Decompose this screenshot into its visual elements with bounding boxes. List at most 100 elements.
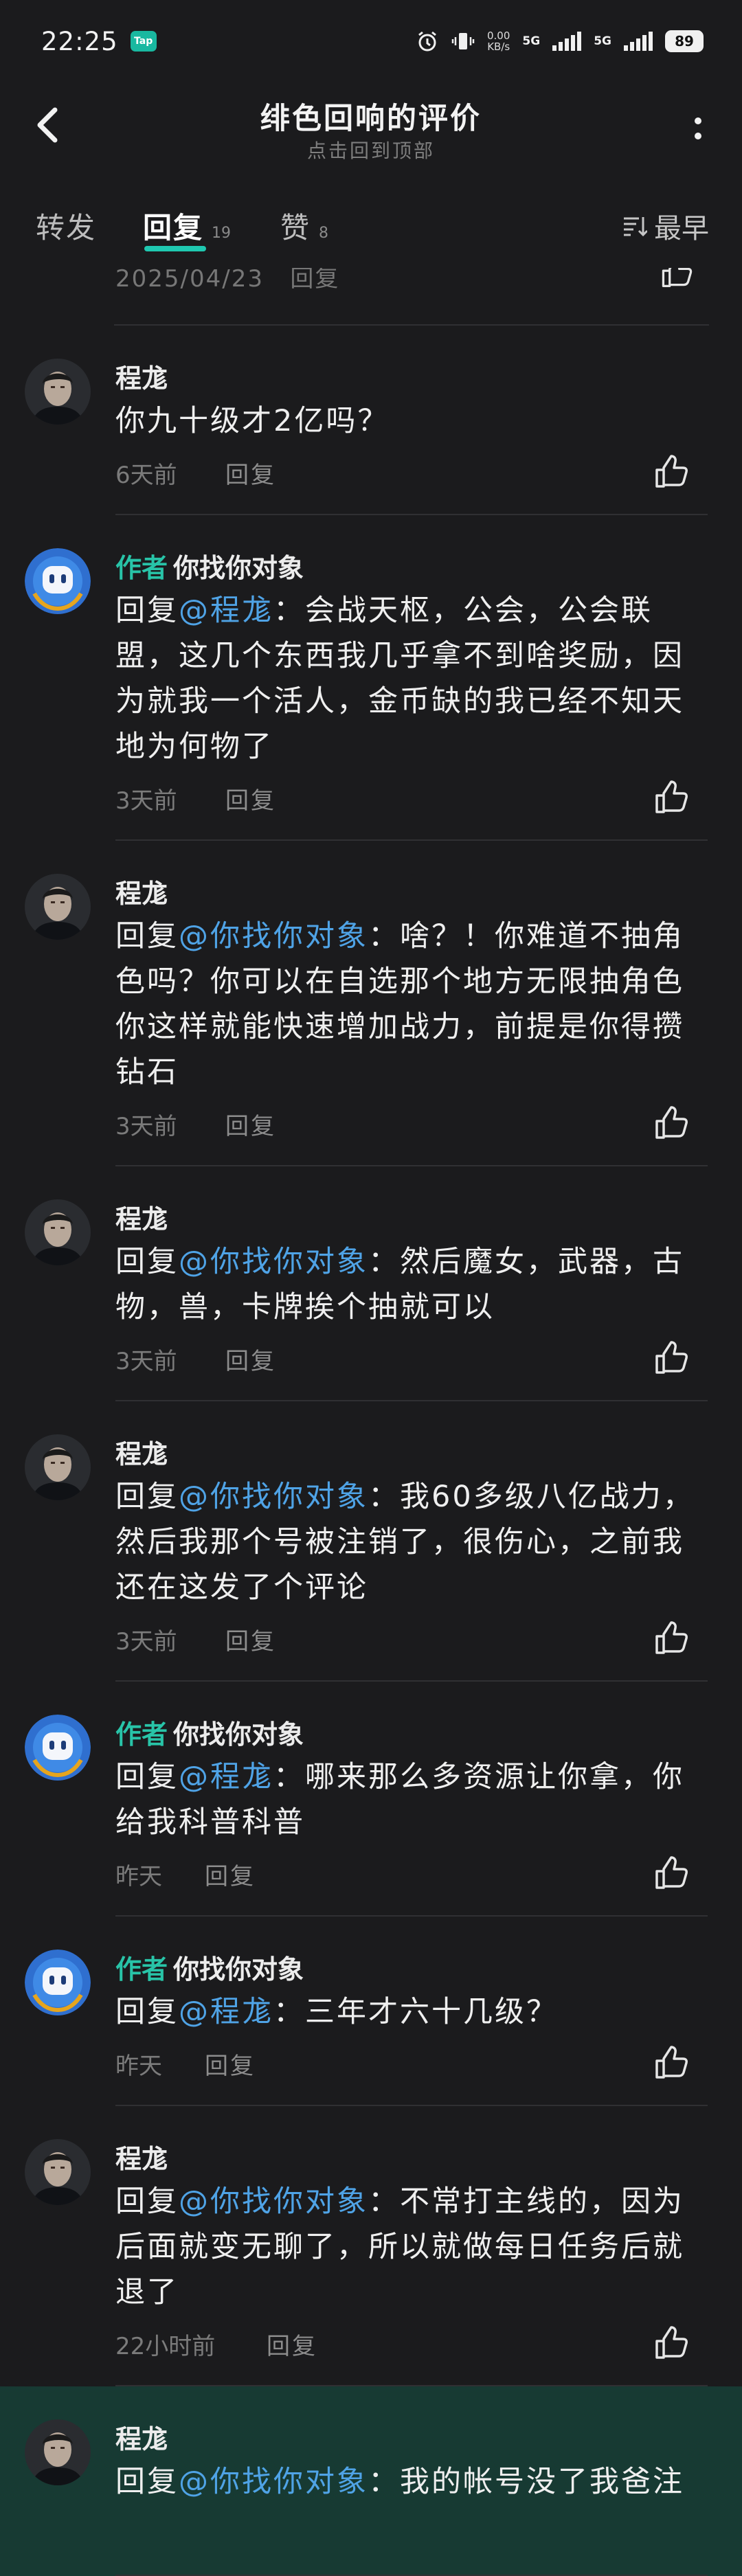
reply-prefix: 回复 [115,594,179,628]
reply-prefix: 回复 [115,1245,179,1279]
comment-meta: 昨天 回复 [115,2039,708,2092]
comment-content: 你九十级才2亿吗？ [115,404,390,438]
reply-link[interactable]: 回复 [205,2047,256,2081]
comment-header: 程尨 [115,2138,708,2174]
username[interactable]: 程尨 [115,879,168,909]
avatar[interactable] [25,1434,91,1500]
comment-header: 程尨 [115,1433,708,1469]
reply-item: 程尨 回复@你找你对象：我的帐号没了我爸注 回复 [0,2386,742,2576]
reply-link[interactable]: 回复 [290,268,339,293]
mention-link[interactable]: @你找你对象 [179,919,368,953]
username[interactable]: 你找你对象 [173,553,304,583]
comment-text: 回复@你找你对象：我的帐号没了我爸注 [115,2459,708,2505]
mention-link[interactable]: @程尨 [179,594,273,628]
reply-item: 作者 你找你对象 回复@程尨：三年才六十几级？ 昨天 回复 [0,1917,742,2106]
thumbs-up-icon[interactable] [651,2043,690,2081]
thumbs-up-icon[interactable] [658,268,694,290]
sort-icon [624,217,647,237]
like-count: 8 [319,225,329,242]
mention-link[interactable]: @你找你对象 [179,2465,368,2499]
comment-time: 昨天 [115,2053,162,2080]
thumbs-up-icon[interactable] [651,452,690,490]
comment-meta: 3天前 回复 [115,1334,708,1388]
reply-link[interactable]: 回复 [225,1107,276,1141]
mention-link[interactable]: @你找你对象 [179,1245,368,1279]
reply-link[interactable]: 回复 [267,2327,317,2361]
more-vertical-icon [695,117,701,139]
tab-likes[interactable]: 赞8 [280,205,328,247]
comment-text: 回复@程尨：三年才六十几级？ [115,1989,708,2035]
partial-comment-footer: 2025/04/23 回复 [114,268,709,326]
avatar[interactable] [25,874,91,940]
reply-prefix: 回复 [115,919,179,953]
comment-meta: 3天前 回复 [115,1614,708,1668]
comment-text: 回复@程尨：哪来那么多资源让你拿，你给我科普科普 [115,1754,708,1845]
comment-text: 回复@你找你对象：然后魔女，武器，古物，兽，卡牌挨个抽就可以 [115,1239,708,1330]
username[interactable]: 程尨 [115,363,168,394]
scroll-to-top[interactable]: 点击回到顶部 [0,136,742,163]
tab-replies[interactable]: 回复 19 [143,205,231,247]
user-photo-icon [25,1199,91,1265]
avatar[interactable] [25,1950,91,2015]
comment-header: 程尨 [115,2418,708,2454]
avatar[interactable] [25,548,91,614]
alarm-icon [418,31,436,52]
reply-prefix: 回复 [115,2465,179,2499]
mention-link[interactable]: @程尨 [179,1995,273,2029]
avatar[interactable] [25,1199,91,1265]
thumbs-up-icon[interactable] [651,1338,690,1377]
username[interactable]: 程尨 [115,1439,168,1469]
network-speed: 0.00 KB/s [487,30,510,53]
tab-bar: 转发 回复 19 赞8 最早 [0,185,742,268]
avatar[interactable] [25,2139,91,2205]
reply-item: 程尨 回复@你找你对象：然后魔女，武器，古物，兽，卡牌挨个抽就可以 3天前 回复 [0,1166,742,1401]
sort-button[interactable]: 最早 [622,206,709,246]
user-photo-icon [25,874,91,940]
mention-link[interactable]: @你找你对象 [179,2184,368,2219]
reply-prefix: 回复 [115,1995,179,2029]
reply-link[interactable]: 回复 [225,782,276,815]
page-title: 绯色回响的评价 [260,102,482,136]
robot-avatar-icon [25,1715,91,1781]
reply-list: 2025/04/23 回复 程尨 你九十级才2亿吗？ 6天前 回复 作者 你找你… [0,268,742,2576]
comment-date: 2025/04/23 [115,268,264,293]
reply-prefix: 回复 [115,1480,179,1514]
comment-header: 程尨 [115,357,708,394]
comment-time: 3天前 [115,1628,177,1656]
avatar[interactable] [25,1715,91,1781]
comment-text: 回复@你找你对象：不常打主线的，因为后面就变无聊了，所以就做每日任务后就退了 [115,2179,708,2315]
status-bar: 22:25 Tap 0.00 KB/s 5G 5G 89 [0,0,742,82]
comment-text: 你九十级才2亿吗？ [115,398,708,444]
username[interactable]: 程尨 [115,2424,168,2454]
reply-item: 作者 你找你对象 回复@程尨：哪来那么多资源让你拿，你给我科普科普 昨天 回复 [0,1682,742,1917]
reply-link[interactable]: 回复 [205,1857,256,1891]
network-type-1: 5G [522,34,541,48]
mention-link[interactable]: @程尨 [179,1760,273,1794]
avatar[interactable] [25,359,91,425]
thumbs-up-icon[interactable] [651,778,690,816]
more-button[interactable] [684,109,712,150]
mention-link[interactable]: @你找你对象 [179,1480,368,1514]
tab-forward[interactable]: 转发 [36,205,96,247]
thumbs-up-icon[interactable] [651,1103,690,1142]
battery-icon: 89 [665,30,704,52]
comment-time: 昨天 [115,1863,162,1890]
comment-meta: 22小时前 回复 [115,2319,708,2373]
top-nav: 绯色回响的评价 点击回到顶部 [0,82,742,172]
taptap-notification-icon: Tap [130,31,157,52]
username[interactable]: 你找你对象 [173,1954,304,1985]
thumbs-up-icon[interactable] [651,1618,690,1657]
username[interactable]: 程尨 [115,1204,168,1234]
username[interactable]: 程尨 [115,2144,168,2174]
comment-header: 程尨 [115,1198,708,1234]
thumbs-up-icon[interactable] [651,2323,690,2362]
reply-link[interactable]: 回复 [225,456,276,490]
thumbs-up-icon[interactable] [651,1853,690,1892]
comment-content: ：三年才六十几级？ [273,1995,558,2029]
comment-time: 3天前 [115,787,177,815]
avatar[interactable] [25,2419,91,2485]
reply-link[interactable]: 回复 [225,1342,276,1376]
author-badge: 作者 [115,1719,168,1750]
reply-link[interactable]: 回复 [225,1623,276,1656]
username[interactable]: 你找你对象 [173,1719,304,1750]
